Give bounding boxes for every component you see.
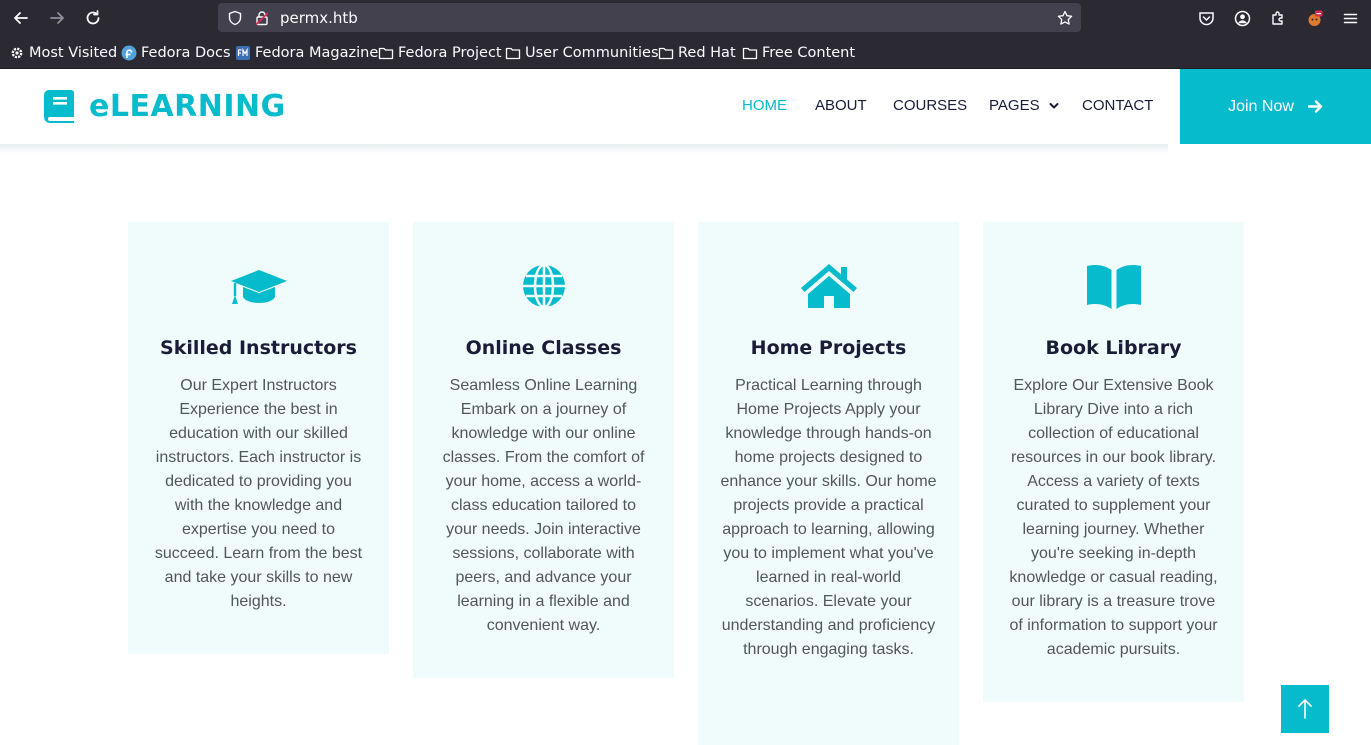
book-icon [44, 89, 74, 123]
feature-description: Seamless Online Learning Embark on a jou… [442, 377, 645, 634]
feature-description: Explore Our Extensive Book Library Dive … [1009, 377, 1218, 658]
nav-courses[interactable]: COURSES [893, 97, 967, 114]
url-bar[interactable]: permx.htb [218, 3, 1081, 32]
arrow-left-icon [14, 12, 28, 24]
bookmark-label: User Communities [525, 45, 659, 61]
pocket-button[interactable] [1195, 7, 1217, 29]
home-icon [799, 262, 859, 310]
reload-button[interactable] [81, 6, 105, 30]
bookmark-label: Fedora Docs [141, 45, 231, 61]
feature-title: Online Classes [465, 337, 622, 359]
bookmark-fedora-project[interactable]: Fedora Project [378, 43, 502, 63]
folder-icon [505, 45, 521, 61]
bookmark-label: Most Visited [29, 45, 118, 61]
back-button[interactable] [9, 6, 33, 30]
fedora-icon [121, 45, 137, 61]
bookmarks-bar: Most Visited Fedora Docs Fedora Magazine… [0, 36, 1371, 69]
site-header: eLEARNING HOME ABOUT COURSES PAGES CONTA… [0, 69, 1371, 144]
account-icon [1234, 10, 1250, 26]
chevron-down-icon [1049, 103, 1059, 109]
header-shadow [0, 144, 1168, 154]
nav-contact[interactable]: CONTACT [1082, 97, 1153, 114]
account-button[interactable] [1231, 7, 1253, 29]
feature-title: Skilled Instructors [160, 337, 357, 359]
arrow-up-icon [1298, 699, 1312, 719]
join-now-button[interactable]: Join Now [1180, 69, 1371, 144]
nav-about[interactable]: ABOUT [815, 97, 867, 114]
foxyproxy-icon [1308, 10, 1322, 26]
graduation-cap-icon [229, 262, 289, 310]
nav-pages-dropdown[interactable]: PAGES [989, 97, 1059, 114]
reload-icon [86, 10, 100, 25]
arrow-right-icon [50, 12, 64, 24]
bookmark-label: Red Hat [678, 45, 736, 61]
nav-home[interactable]: HOME [742, 97, 787, 114]
feature-card-home-projects: Home Projects Practical Learning through… [698, 222, 959, 745]
gear-icon [9, 45, 25, 61]
bookmark-fedora-magazine[interactable]: Fedora Magazine [235, 43, 378, 63]
hamburger-menu-icon [1343, 13, 1357, 23]
bookmark-fedora-docs[interactable]: Fedora Docs [121, 43, 231, 63]
feature-description: Our Expert Instructors Experience the be… [154, 377, 363, 610]
bookmark-label: Fedora Project [398, 45, 502, 61]
feature-card-online-classes: Online Classes Seamless Online Learning … [413, 222, 674, 678]
feature-card-book-library: Book Library Explore Our Extensive Book … [983, 222, 1244, 702]
feature-title: Home Projects [750, 337, 907, 359]
folder-icon [378, 45, 394, 61]
bookmark-red-hat[interactable]: Red Hat [658, 43, 736, 63]
bookmark-most-visited[interactable]: Most Visited [9, 43, 117, 63]
menu-button[interactable] [1339, 7, 1361, 29]
join-now-label: Join Now [1228, 97, 1294, 115]
folder-icon [658, 45, 674, 61]
folder-icon [742, 45, 758, 61]
feature-title: Book Library [1045, 337, 1182, 359]
extensions-button[interactable] [1267, 7, 1289, 29]
pocket-icon [1198, 11, 1214, 25]
feature-description: Practical Learning through Home Projects… [720, 377, 937, 658]
feature-card-skilled-instructors: Skilled Instructors Our Expert Instructo… [128, 222, 389, 654]
forward-button[interactable] [45, 6, 69, 30]
shield-icon[interactable] [226, 9, 244, 27]
brand-logo[interactable]: eLEARNING [44, 88, 286, 124]
arrow-right-icon [1307, 100, 1323, 113]
extension-badge-button[interactable] [1303, 7, 1325, 29]
back-to-top-button[interactable] [1281, 685, 1329, 733]
bookmark-star-icon[interactable] [1056, 9, 1074, 27]
browser-toolbar: permx.htb [0, 0, 1371, 36]
url-text[interactable]: permx.htb [280, 9, 358, 27]
insecure-lock-icon[interactable] [253, 9, 271, 27]
bookmark-label: Fedora Magazine [255, 45, 379, 61]
nav-pages-label: PAGES [989, 97, 1040, 114]
globe-icon [514, 262, 574, 310]
bookmark-user-communities[interactable]: User Communities [505, 43, 659, 63]
brand-name: eLEARNING [89, 88, 286, 124]
fedora-magazine-icon [235, 45, 251, 61]
book-open-icon [1084, 262, 1144, 310]
puzzle-icon [1271, 10, 1283, 25]
bookmark-label: Free Content [762, 45, 856, 61]
bookmark-free-content[interactable]: Free Content [742, 43, 855, 63]
